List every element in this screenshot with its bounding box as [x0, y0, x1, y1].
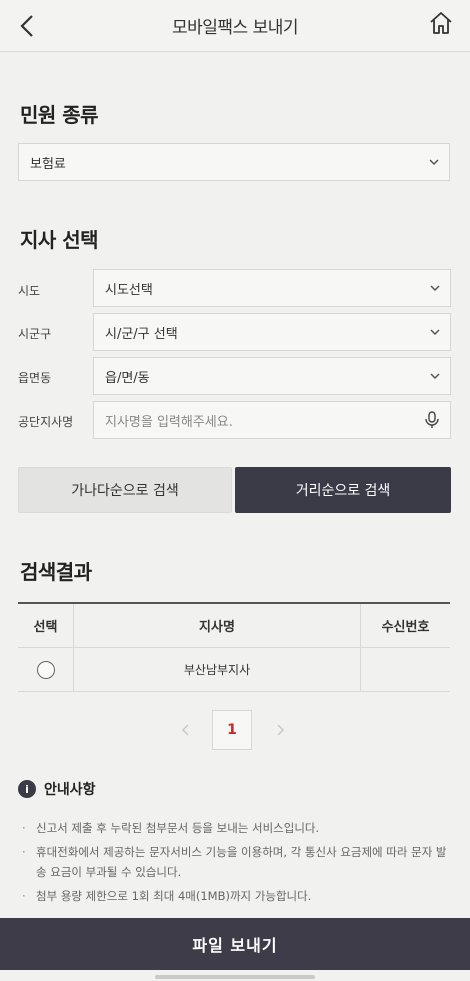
chevron-right-icon[interactable] [272, 722, 288, 738]
eup-label: 읍면동 [18, 371, 52, 385]
app-header: 모바일팩스 보내기 [0, 0, 470, 52]
sigungu-label: 시군구 [18, 327, 52, 341]
list-item: 첨부 용량 제한으로 1회 최대 4매(1MB)까지 가능합니다. [22, 886, 452, 906]
sido-select[interactable]: 시도선택 [93, 269, 451, 307]
column-header: 지사명 [74, 604, 361, 647]
sido-value: 시도선택 [105, 282, 153, 298]
column-header: 수신번호 [381, 620, 430, 635]
fax-number-cell [361, 648, 450, 691]
select-radio[interactable] [36, 660, 55, 679]
chevron-down-icon [429, 159, 439, 166]
eup-value: 읍/면/동 [105, 370, 150, 386]
office-label: 공단지사명 [18, 415, 74, 429]
chevron-left-icon [20, 15, 33, 37]
branch-select-title: 지사 선택 [20, 228, 99, 252]
list-item: 휴대전화에서 제공하는 문자서비스 기능을 이용하며, 각 통신사 요금제에 따… [22, 842, 452, 882]
chevron-left-icon[interactable] [178, 722, 194, 738]
page-number-current[interactable]: 1 [212, 710, 252, 750]
pagination: 1 [0, 710, 470, 750]
results-table: 선택 지사명 수신번호 부산남부지사 [18, 602, 450, 692]
table-row[interactable]: 부산남부지사 [18, 648, 450, 692]
chevron-down-icon [430, 285, 440, 292]
sido-label: 시도 [18, 284, 41, 298]
civil-type-title: 민원 종류 [20, 103, 99, 127]
distance-sort-button[interactable]: 거리순으로 검색 [235, 467, 451, 513]
civil-type-value: 보험료 [30, 156, 66, 172]
notice-header: i 안내사항 [18, 779, 96, 799]
home-indicator [155, 975, 315, 979]
branch-name-cell: 부산남부지사 [74, 648, 361, 691]
chevron-down-icon [430, 329, 440, 336]
alpha-sort-button[interactable]: 가나다순으로 검색 [18, 467, 232, 513]
notice-title: 안내사항 [44, 782, 96, 798]
office-placeholder: 지사명을 입력해주세요. [105, 414, 233, 430]
eup-select[interactable]: 읍/면/동 [93, 357, 451, 395]
list-item: 신고서 제출 후 누락된 첨부문서 등을 보내는 서비스입니다. [22, 818, 452, 838]
sigungu-value: 시/군/구 선택 [105, 326, 178, 342]
notice-list: 신고서 제출 후 누락된 첨부문서 등을 보내는 서비스입니다. 휴대전화에서 … [22, 818, 452, 910]
microphone-icon[interactable] [424, 411, 440, 429]
home-button[interactable] [426, 8, 456, 38]
office-search-input[interactable]: 지사명을 입력해주세요. [93, 401, 451, 439]
chevron-down-icon [430, 373, 440, 380]
home-icon [430, 12, 452, 34]
column-header: 선택 [18, 604, 74, 647]
send-file-button[interactable]: 파일 보내기 [0, 918, 470, 970]
back-button[interactable] [14, 12, 42, 40]
table-header: 선택 지사명 수신번호 [18, 604, 450, 648]
info-icon: i [18, 780, 36, 798]
results-title: 검색결과 [20, 560, 92, 584]
sigungu-select[interactable]: 시/군/구 선택 [93, 313, 451, 351]
civil-type-select[interactable]: 보험료 [18, 143, 450, 181]
page-title: 모바일팩스 보내기 [171, 18, 299, 38]
